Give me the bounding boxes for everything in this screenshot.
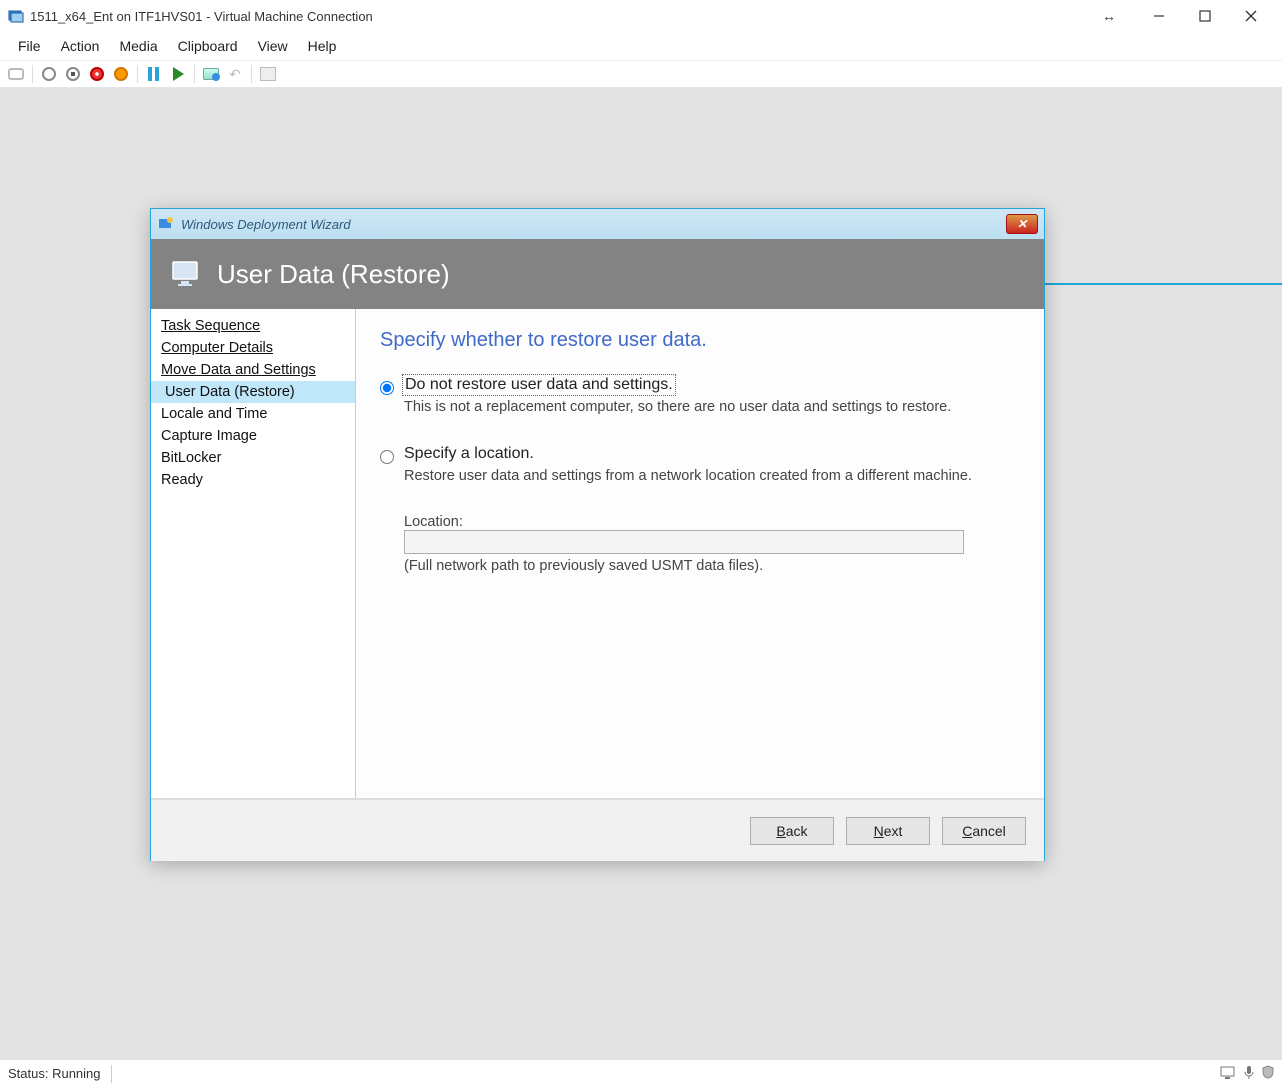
security-icon[interactable] xyxy=(1262,1065,1274,1082)
toolbar-divider xyxy=(194,65,195,83)
shutdown-icon[interactable] xyxy=(87,64,107,84)
cancel-button[interactable]: Cancel xyxy=(942,817,1026,845)
resize-icon: ↔ xyxy=(1102,8,1116,24)
nav-locale-time[interactable]: Locale and Time xyxy=(151,403,355,425)
menu-clipboard[interactable]: Clipboard xyxy=(168,34,248,58)
back-button[interactable]: Back xyxy=(750,817,834,845)
menubar: File Action Media Clipboard View Help xyxy=(0,32,1282,60)
radio-do-not-restore-label[interactable]: Do not restore user data and settings. xyxy=(404,376,674,394)
save-icon[interactable] xyxy=(111,64,131,84)
menu-action[interactable]: Action xyxy=(51,34,110,58)
statusbar: Status: Running xyxy=(0,1059,1282,1087)
toolbar: ↶ xyxy=(0,60,1282,88)
option1-desc: This is not a replacement computer, so t… xyxy=(404,399,1024,415)
revert-icon[interactable]: ↶ xyxy=(225,64,245,84)
toolbar-divider xyxy=(137,65,138,83)
nav-user-data-restore[interactable]: User Data (Restore) xyxy=(151,381,355,403)
stop-icon[interactable] xyxy=(63,64,83,84)
menu-help[interactable]: Help xyxy=(298,34,347,58)
toolbar-divider xyxy=(32,65,33,83)
menu-media[interactable]: Media xyxy=(109,34,167,58)
start-icon[interactable] xyxy=(39,64,59,84)
wizard-content: Specify whether to restore user data. Do… xyxy=(356,309,1044,798)
menu-file[interactable]: File xyxy=(8,34,51,58)
status-text: Status: Running xyxy=(8,1065,112,1083)
mic-icon[interactable] xyxy=(1244,1065,1254,1082)
wizard-header: User Data (Restore) xyxy=(151,239,1044,309)
content-heading: Specify whether to restore user data. xyxy=(380,329,1024,352)
wizard-footer: Back Next Cancel xyxy=(151,799,1044,861)
nav-computer-details[interactable]: Computer Details xyxy=(151,337,355,359)
window-title: 1511_x64_Ent on ITF1HVS01 - Virtual Mach… xyxy=(30,9,373,24)
play-icon[interactable] xyxy=(168,64,188,84)
close-button[interactable] xyxy=(1228,1,1274,31)
enhanced-session-icon[interactable] xyxy=(258,64,278,84)
nav-task-sequence[interactable]: Task Sequence xyxy=(151,315,355,337)
option2-desc: Restore user data and settings from a ne… xyxy=(404,468,1024,484)
nav-ready[interactable]: Ready xyxy=(151,469,355,491)
toolbar-divider xyxy=(251,65,252,83)
next-button[interactable]: Next xyxy=(846,817,930,845)
ctrl-alt-del-icon[interactable] xyxy=(6,64,26,84)
nav-capture-image[interactable]: Capture Image xyxy=(151,425,355,447)
checkpoint-icon[interactable] xyxy=(201,64,221,84)
menu-view[interactable]: View xyxy=(248,34,298,58)
wizard-title: Windows Deployment Wizard xyxy=(181,217,351,232)
wizard-heading: User Data (Restore) xyxy=(217,259,450,290)
radio-specify-location-label[interactable]: Specify a location. xyxy=(404,445,534,463)
pause-icon[interactable] xyxy=(144,64,164,84)
wizard-titlebar[interactable]: Windows Deployment Wizard ✕ xyxy=(151,209,1044,239)
radio-specify-location[interactable] xyxy=(380,450,394,464)
wizard-window: Windows Deployment Wizard ✕ User Data (R… xyxy=(150,208,1045,861)
display-config-icon[interactable] xyxy=(1220,1065,1236,1082)
nav-move-data[interactable]: Move Data and Settings xyxy=(151,359,355,381)
vm-display[interactable]: Windows Deployment Wizard ✕ User Data (R… xyxy=(0,88,1282,1059)
wizard-icon xyxy=(157,215,175,233)
monitor-icon xyxy=(171,260,203,288)
minimize-button[interactable] xyxy=(1136,1,1182,31)
maximize-button[interactable] xyxy=(1182,1,1228,31)
location-label: Location: xyxy=(404,514,1024,530)
host-titlebar: 1511_x64_Ent on ITF1HVS01 - Virtual Mach… xyxy=(0,0,1282,32)
location-hint: (Full network path to previously saved U… xyxy=(404,558,1024,574)
app-icon xyxy=(8,8,24,24)
accent-line xyxy=(1044,283,1282,285)
location-input xyxy=(404,530,964,554)
wizard-nav: Task Sequence Computer Details Move Data… xyxy=(151,309,356,798)
radio-do-not-restore[interactable] xyxy=(380,381,394,395)
wizard-close-button[interactable]: ✕ xyxy=(1006,214,1038,234)
nav-bitlocker[interactable]: BitLocker xyxy=(151,447,355,469)
